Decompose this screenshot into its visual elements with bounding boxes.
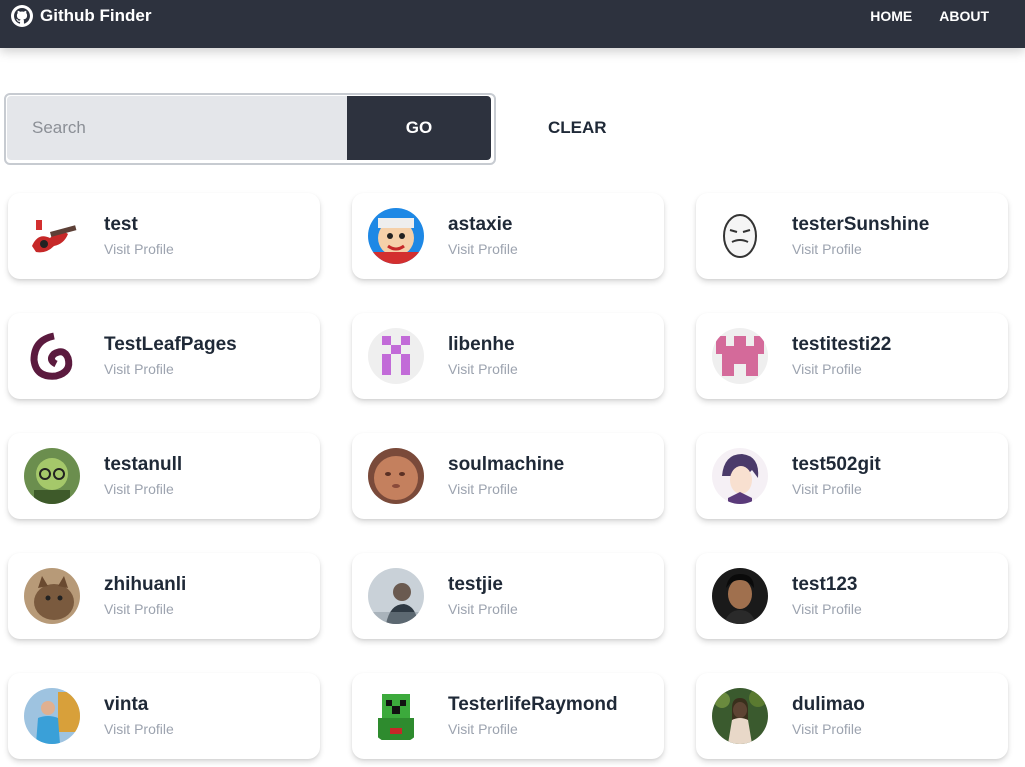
avatar [368, 568, 424, 624]
user-login: zhihuanli [104, 574, 187, 595]
swirl-logo-avatar-icon [24, 328, 80, 384]
user-login: dulimao [792, 694, 865, 715]
avatar [712, 448, 768, 504]
user-card-libenhe[interactable]: libenhe Visit Profile [352, 313, 664, 399]
identicon-avatar-icon [712, 328, 768, 384]
cartoon-face-avatar-icon [368, 208, 424, 264]
person-photo-avatar-icon [24, 688, 80, 744]
baby-face-avatar-icon [368, 448, 424, 504]
avatar [368, 448, 424, 504]
go-button[interactable]: GO [347, 96, 491, 160]
user-login: test502git [792, 454, 881, 475]
guitar-avatar-icon [24, 208, 80, 264]
user-card-dulimao[interactable]: dulimao Visit Profile [696, 673, 1008, 759]
anime-character-avatar-icon [712, 448, 768, 504]
visit-profile-link[interactable]: Visit Profile [104, 481, 174, 497]
avatar [24, 208, 80, 264]
avatar [712, 568, 768, 624]
user-card-testerSunshine[interactable]: testerSunshine Visit Profile [696, 193, 1008, 279]
nav-home-link[interactable]: HOME [870, 8, 912, 24]
visit-profile-link[interactable]: Visit Profile [448, 721, 518, 737]
user-card-testanull[interactable]: testanull Visit Profile [8, 433, 320, 519]
navbar: Github Finder HOME ABOUT [0, 0, 1025, 48]
avatar [368, 688, 424, 744]
identicon-avatar-icon [368, 328, 424, 384]
user-card-TestLeafPages[interactable]: TestLeafPages Visit Profile [8, 313, 320, 399]
user-login: testitesti22 [792, 334, 892, 355]
visit-profile-link[interactable]: Visit Profile [792, 721, 862, 737]
search-form: GO [4, 93, 496, 165]
user-card-test[interactable]: test Visit Profile [8, 193, 320, 279]
user-login: TestLeafPages [104, 334, 237, 355]
avatar [24, 688, 80, 744]
visit-profile-link[interactable]: Visit Profile [448, 601, 518, 617]
user-login: soulmachine [448, 454, 565, 475]
clear-button[interactable]: CLEAR [548, 118, 607, 138]
avatar [368, 328, 424, 384]
user-login: TesterlifeRaymond [448, 694, 618, 715]
nav-links: HOME ABOUT [843, 8, 989, 24]
visit-profile-link[interactable]: Visit Profile [104, 601, 174, 617]
user-card-testjie[interactable]: testjie Visit Profile [352, 553, 664, 639]
user-card-zhihuanli[interactable]: zhihuanli Visit Profile [8, 553, 320, 639]
search-input[interactable] [7, 96, 347, 160]
visit-profile-link[interactable]: Visit Profile [792, 481, 862, 497]
visit-profile-link[interactable]: Visit Profile [792, 241, 862, 257]
visit-profile-link[interactable]: Visit Profile [792, 601, 862, 617]
user-login: test [104, 214, 138, 235]
visit-profile-link[interactable]: Visit Profile [448, 361, 518, 377]
user-login: libenhe [448, 334, 515, 355]
user-card-testitesti22[interactable]: testitesti22 Visit Profile [696, 313, 1008, 399]
user-card-test123[interactable]: test123 Visit Profile [696, 553, 1008, 639]
user-login: vinta [104, 694, 149, 715]
avatar [712, 328, 768, 384]
avatar [368, 208, 424, 264]
avatar [712, 688, 768, 744]
github-logo-icon [11, 5, 33, 27]
cat-avatar-icon [24, 568, 80, 624]
user-login: test123 [792, 574, 858, 595]
avatar [24, 328, 80, 384]
avatar [712, 208, 768, 264]
person-photo-avatar-icon [712, 568, 768, 624]
visit-profile-link[interactable]: Visit Profile [104, 721, 174, 737]
user-login: testjie [448, 574, 503, 595]
visit-profile-link[interactable]: Visit Profile [104, 241, 174, 257]
user-card-vinta[interactable]: vinta Visit Profile [8, 673, 320, 759]
avatar [24, 568, 80, 624]
person-photo-avatar-icon [712, 688, 768, 744]
user-login: astaxie [448, 214, 513, 235]
creeper-avatar-icon [368, 688, 424, 744]
user-card-TesterlifeRaymond[interactable]: TesterlifeRaymond Visit Profile [352, 673, 664, 759]
user-card-astaxie[interactable]: astaxie Visit Profile [352, 193, 664, 279]
user-login: testanull [104, 454, 183, 475]
user-login: testerSunshine [792, 214, 930, 235]
visit-profile-link[interactable]: Visit Profile [792, 361, 862, 377]
brand[interactable]: Github Finder [11, 5, 151, 27]
user-card-test502git[interactable]: test502git Visit Profile [696, 433, 1008, 519]
nav-about-link[interactable]: ABOUT [939, 8, 989, 24]
meme-face-avatar-icon [712, 208, 768, 264]
person-photo-avatar-icon [368, 568, 424, 624]
avatar [24, 448, 80, 504]
visit-profile-link[interactable]: Visit Profile [448, 481, 518, 497]
visit-profile-link[interactable]: Visit Profile [448, 241, 518, 257]
anime-character-avatar-icon [24, 448, 80, 504]
visit-profile-link[interactable]: Visit Profile [104, 361, 174, 377]
user-card-soulmachine[interactable]: soulmachine Visit Profile [352, 433, 664, 519]
app-title: Github Finder [40, 6, 152, 25]
